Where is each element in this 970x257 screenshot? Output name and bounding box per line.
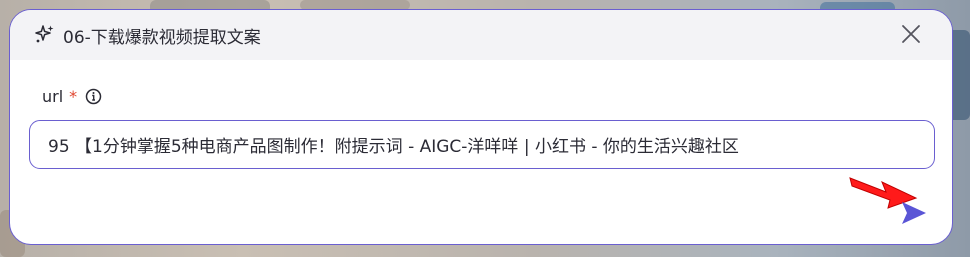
url-input[interactable] <box>29 120 935 169</box>
field-label-text: url <box>42 87 64 106</box>
dialog-header: 06-下载爆款视频提取文案 <box>10 10 952 60</box>
workflow-dialog: 06-下载爆款视频提取文案 url * <box>9 9 953 245</box>
send-icon[interactable] <box>900 200 928 226</box>
dialog-title: 06-下载爆款视频提取文案 <box>63 28 261 48</box>
url-field-label: url * <box>42 87 102 106</box>
info-icon[interactable] <box>85 88 102 105</box>
close-icon[interactable] <box>900 23 922 45</box>
sparkle-icon <box>35 25 54 43</box>
required-mark: * <box>69 87 78 106</box>
